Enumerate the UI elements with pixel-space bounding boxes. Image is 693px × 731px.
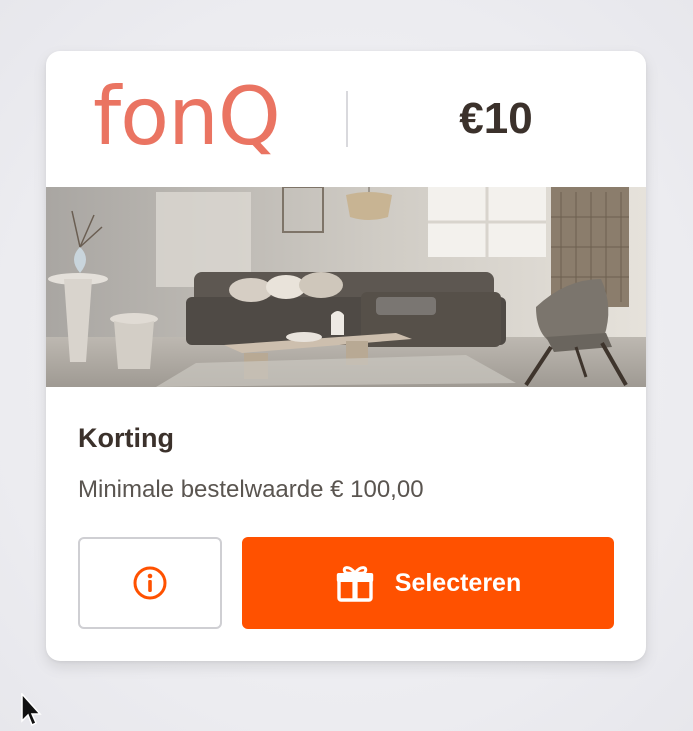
card-header: fonQ €10 xyxy=(46,51,646,187)
info-button[interactable] xyxy=(78,537,222,629)
brand-logo: fonQ xyxy=(93,70,281,163)
mouse-cursor-icon xyxy=(21,693,42,727)
select-button-label: Selecteren xyxy=(394,569,522,597)
select-button[interactable]: Selecteren xyxy=(242,537,614,629)
info-circle-icon xyxy=(133,566,167,600)
gift-icon xyxy=(336,566,373,602)
offer-condition: Minimale bestelwaarde € 100,00 xyxy=(78,476,424,503)
voucher-value: €10 xyxy=(459,94,533,143)
product-image xyxy=(46,187,646,387)
header-divider xyxy=(346,91,348,147)
voucher-card: fonQ €10 Korting Minimale bestelwaarde €… xyxy=(46,51,646,661)
offer-title: Korting xyxy=(78,423,174,453)
